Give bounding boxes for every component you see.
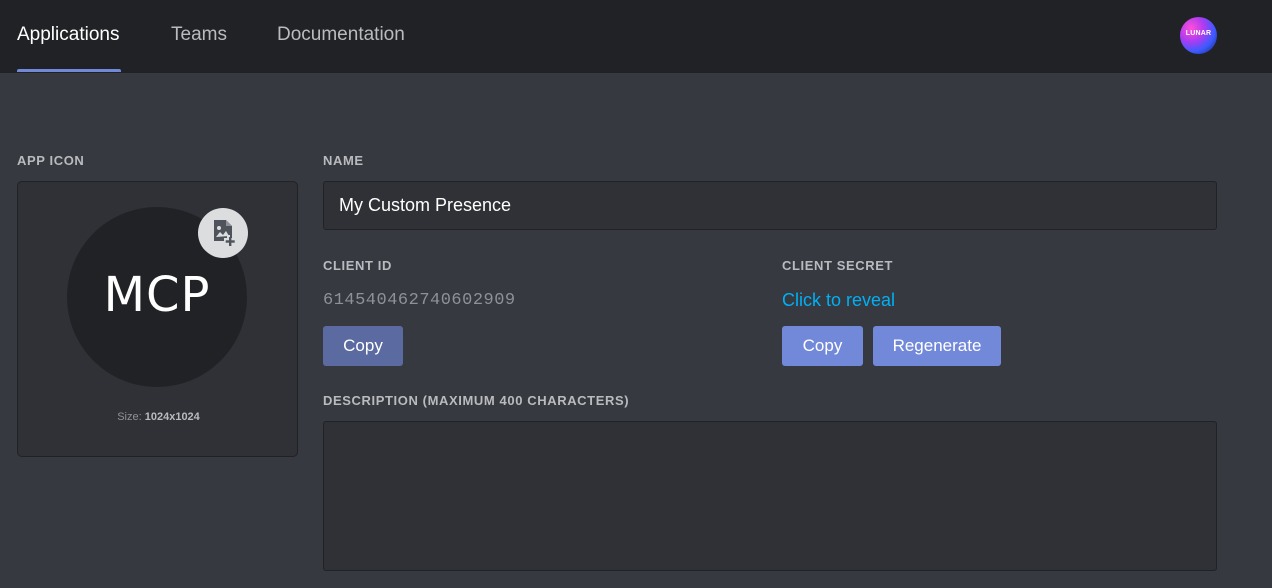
copy-client-id-button[interactable]: Copy — [323, 326, 403, 366]
copy-client-secret-button[interactable]: Copy — [782, 326, 863, 366]
client-secret-label: CLIENT SECRET — [782, 258, 894, 273]
description-textarea[interactable] — [323, 421, 1217, 571]
name-label: NAME — [323, 153, 364, 168]
size-prefix: Size: — [117, 411, 142, 423]
tab-teams[interactable]: Teams — [171, 24, 227, 46]
app-name-input[interactable] — [323, 181, 1217, 230]
client-id-value: 614540462740602909 — [323, 291, 516, 310]
icon-size-hint: Size: 1024x1024 — [18, 411, 299, 423]
add-image-icon[interactable] — [198, 208, 248, 258]
client-id-label: CLIENT ID — [323, 258, 392, 273]
tab-applications[interactable]: Applications — [17, 24, 119, 46]
user-avatar[interactable]: LUNAR — [1180, 17, 1217, 54]
avatar-text: LUNAR — [1185, 30, 1212, 37]
size-value: 1024x1024 — [144, 411, 200, 423]
top-nav: Applications Teams Documentation LUNAR — [0, 0, 1272, 73]
reveal-secret-link[interactable]: Click to reveal — [782, 290, 895, 311]
app-icon-label: APP ICON — [17, 153, 85, 168]
app-icon-card: MCP Size: 1024x1024 — [17, 181, 298, 457]
regenerate-secret-button[interactable]: Regenerate — [873, 326, 1001, 366]
description-label: DESCRIPTION (MAXIMUM 400 CHARACTERS) — [323, 393, 630, 408]
add-image-glyph — [214, 220, 235, 246]
app-icon-initials: MCP — [103, 267, 211, 323]
active-tab-indicator — [17, 69, 121, 72]
tab-documentation[interactable]: Documentation — [277, 24, 405, 46]
